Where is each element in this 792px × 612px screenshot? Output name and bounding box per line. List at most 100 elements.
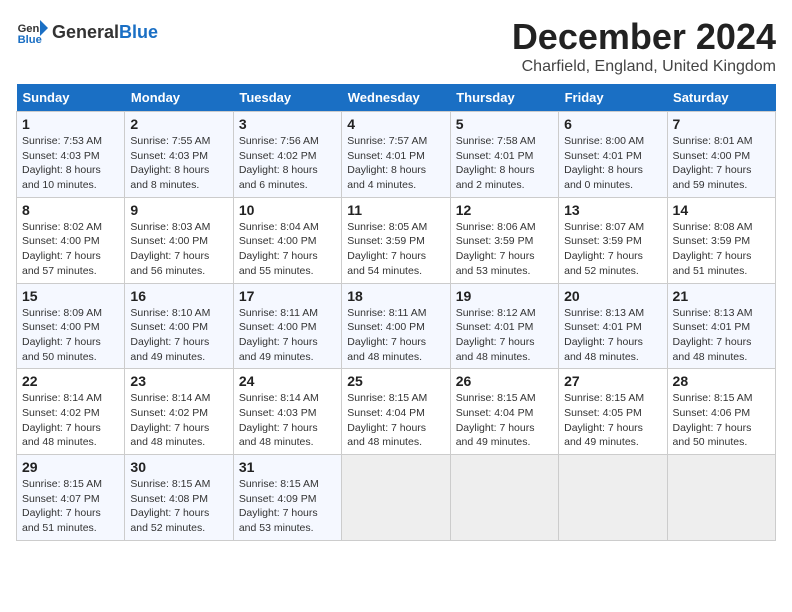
day-number: 17	[239, 288, 336, 304]
day-info: Sunrise: 8:14 AM Sunset: 4:02 PM Dayligh…	[22, 391, 119, 450]
day-info: Sunrise: 8:03 AM Sunset: 4:00 PM Dayligh…	[130, 220, 227, 279]
day-cell: 16 Sunrise: 8:10 AM Sunset: 4:00 PM Dayl…	[125, 283, 233, 369]
day-number: 9	[130, 202, 227, 218]
day-cell: 13 Sunrise: 8:07 AM Sunset: 3:59 PM Dayl…	[559, 197, 667, 283]
day-number: 18	[347, 288, 444, 304]
day-number: 25	[347, 373, 444, 389]
day-number: 24	[239, 373, 336, 389]
day-cell: 2 Sunrise: 7:55 AM Sunset: 4:03 PM Dayli…	[125, 112, 233, 198]
day-info: Sunrise: 8:15 AM Sunset: 4:08 PM Dayligh…	[130, 477, 227, 536]
day-info: Sunrise: 8:15 AM Sunset: 4:06 PM Dayligh…	[673, 391, 770, 450]
day-info: Sunrise: 7:56 AM Sunset: 4:02 PM Dayligh…	[239, 134, 336, 193]
day-info: Sunrise: 8:15 AM Sunset: 4:04 PM Dayligh…	[347, 391, 444, 450]
day-cell: 15 Sunrise: 8:09 AM Sunset: 4:00 PM Dayl…	[17, 283, 125, 369]
day-cell: 22 Sunrise: 8:14 AM Sunset: 4:02 PM Dayl…	[17, 369, 125, 455]
week-row-2: 8 Sunrise: 8:02 AM Sunset: 4:00 PM Dayli…	[17, 197, 776, 283]
day-cell: 24 Sunrise: 8:14 AM Sunset: 4:03 PM Dayl…	[233, 369, 341, 455]
day-number: 21	[673, 288, 770, 304]
day-header-wednesday: Wednesday	[342, 84, 450, 112]
day-cell: 5 Sunrise: 7:58 AM Sunset: 4:01 PM Dayli…	[450, 112, 558, 198]
week-row-1: 1 Sunrise: 7:53 AM Sunset: 4:03 PM Dayli…	[17, 112, 776, 198]
day-number: 16	[130, 288, 227, 304]
svg-text:Gen: Gen	[18, 23, 40, 35]
day-info: Sunrise: 8:09 AM Sunset: 4:00 PM Dayligh…	[22, 306, 119, 365]
day-number: 3	[239, 116, 336, 132]
day-info: Sunrise: 8:15 AM Sunset: 4:07 PM Dayligh…	[22, 477, 119, 536]
day-cell: 14 Sunrise: 8:08 AM Sunset: 3:59 PM Dayl…	[667, 197, 775, 283]
day-cell: 18 Sunrise: 8:11 AM Sunset: 4:00 PM Dayl…	[342, 283, 450, 369]
day-cell: 31 Sunrise: 8:15 AM Sunset: 4:09 PM Dayl…	[233, 455, 341, 541]
day-cell: 30 Sunrise: 8:15 AM Sunset: 4:08 PM Dayl…	[125, 455, 233, 541]
day-header-friday: Friday	[559, 84, 667, 112]
day-number: 7	[673, 116, 770, 132]
day-number: 8	[22, 202, 119, 218]
day-header-thursday: Thursday	[450, 84, 558, 112]
day-number: 4	[347, 116, 444, 132]
week-row-5: 29 Sunrise: 8:15 AM Sunset: 4:07 PM Dayl…	[17, 455, 776, 541]
title-area: December 2024 Charfield, England, United…	[512, 16, 776, 76]
day-cell: 27 Sunrise: 8:15 AM Sunset: 4:05 PM Dayl…	[559, 369, 667, 455]
day-number: 22	[22, 373, 119, 389]
day-cell	[342, 455, 450, 541]
day-number: 1	[22, 116, 119, 132]
logo-general-text: General	[52, 22, 119, 43]
day-cell: 20 Sunrise: 8:13 AM Sunset: 4:01 PM Dayl…	[559, 283, 667, 369]
day-number: 27	[564, 373, 661, 389]
day-info: Sunrise: 8:13 AM Sunset: 4:01 PM Dayligh…	[673, 306, 770, 365]
calendar-table: SundayMondayTuesdayWednesdayThursdayFrid…	[16, 84, 776, 541]
day-cell: 28 Sunrise: 8:15 AM Sunset: 4:06 PM Dayl…	[667, 369, 775, 455]
day-number: 31	[239, 459, 336, 475]
day-cell: 10 Sunrise: 8:04 AM Sunset: 4:00 PM Dayl…	[233, 197, 341, 283]
day-info: Sunrise: 8:14 AM Sunset: 4:03 PM Dayligh…	[239, 391, 336, 450]
day-cell: 8 Sunrise: 8:02 AM Sunset: 4:00 PM Dayli…	[17, 197, 125, 283]
day-cell: 19 Sunrise: 8:12 AM Sunset: 4:01 PM Dayl…	[450, 283, 558, 369]
day-number: 15	[22, 288, 119, 304]
week-row-3: 15 Sunrise: 8:09 AM Sunset: 4:00 PM Dayl…	[17, 283, 776, 369]
day-number: 14	[673, 202, 770, 218]
day-cell: 3 Sunrise: 7:56 AM Sunset: 4:02 PM Dayli…	[233, 112, 341, 198]
day-info: Sunrise: 8:15 AM Sunset: 4:04 PM Dayligh…	[456, 391, 553, 450]
day-info: Sunrise: 8:01 AM Sunset: 4:00 PM Dayligh…	[673, 134, 770, 193]
day-cell: 21 Sunrise: 8:13 AM Sunset: 4:01 PM Dayl…	[667, 283, 775, 369]
main-title: December 2024	[512, 16, 776, 58]
day-number: 13	[564, 202, 661, 218]
subtitle: Charfield, England, United Kingdom	[512, 58, 776, 76]
day-header-tuesday: Tuesday	[233, 84, 341, 112]
day-cell: 7 Sunrise: 8:01 AM Sunset: 4:00 PM Dayli…	[667, 112, 775, 198]
day-cell: 1 Sunrise: 7:53 AM Sunset: 4:03 PM Dayli…	[17, 112, 125, 198]
day-cell: 17 Sunrise: 8:11 AM Sunset: 4:00 PM Dayl…	[233, 283, 341, 369]
logo: Gen Blue GeneralBlue	[16, 16, 158, 48]
day-info: Sunrise: 8:13 AM Sunset: 4:01 PM Dayligh…	[564, 306, 661, 365]
day-info: Sunrise: 8:05 AM Sunset: 3:59 PM Dayligh…	[347, 220, 444, 279]
day-number: 26	[456, 373, 553, 389]
day-info: Sunrise: 8:04 AM Sunset: 4:00 PM Dayligh…	[239, 220, 336, 279]
day-header-saturday: Saturday	[667, 84, 775, 112]
day-info: Sunrise: 8:12 AM Sunset: 4:01 PM Dayligh…	[456, 306, 553, 365]
day-info: Sunrise: 8:15 AM Sunset: 4:05 PM Dayligh…	[564, 391, 661, 450]
day-info: Sunrise: 8:11 AM Sunset: 4:00 PM Dayligh…	[347, 306, 444, 365]
day-info: Sunrise: 8:00 AM Sunset: 4:01 PM Dayligh…	[564, 134, 661, 193]
day-info: Sunrise: 8:11 AM Sunset: 4:00 PM Dayligh…	[239, 306, 336, 365]
day-info: Sunrise: 8:10 AM Sunset: 4:00 PM Dayligh…	[130, 306, 227, 365]
day-info: Sunrise: 7:55 AM Sunset: 4:03 PM Dayligh…	[130, 134, 227, 193]
day-info: Sunrise: 7:57 AM Sunset: 4:01 PM Dayligh…	[347, 134, 444, 193]
day-cell: 26 Sunrise: 8:15 AM Sunset: 4:04 PM Dayl…	[450, 369, 558, 455]
days-header-row: SundayMondayTuesdayWednesdayThursdayFrid…	[17, 84, 776, 112]
day-number: 6	[564, 116, 661, 132]
logo-blue-text: Blue	[119, 22, 158, 43]
day-info: Sunrise: 7:58 AM Sunset: 4:01 PM Dayligh…	[456, 134, 553, 193]
day-number: 30	[130, 459, 227, 475]
day-info: Sunrise: 8:14 AM Sunset: 4:02 PM Dayligh…	[130, 391, 227, 450]
day-cell: 9 Sunrise: 8:03 AM Sunset: 4:00 PM Dayli…	[125, 197, 233, 283]
day-info: Sunrise: 8:02 AM Sunset: 4:00 PM Dayligh…	[22, 220, 119, 279]
day-number: 19	[456, 288, 553, 304]
day-info: Sunrise: 7:53 AM Sunset: 4:03 PM Dayligh…	[22, 134, 119, 193]
day-cell	[450, 455, 558, 541]
svg-text:Blue: Blue	[18, 34, 42, 46]
day-number: 20	[564, 288, 661, 304]
day-number: 5	[456, 116, 553, 132]
day-cell: 29 Sunrise: 8:15 AM Sunset: 4:07 PM Dayl…	[17, 455, 125, 541]
day-number: 23	[130, 373, 227, 389]
day-cell: 12 Sunrise: 8:06 AM Sunset: 3:59 PM Dayl…	[450, 197, 558, 283]
day-info: Sunrise: 8:15 AM Sunset: 4:09 PM Dayligh…	[239, 477, 336, 536]
